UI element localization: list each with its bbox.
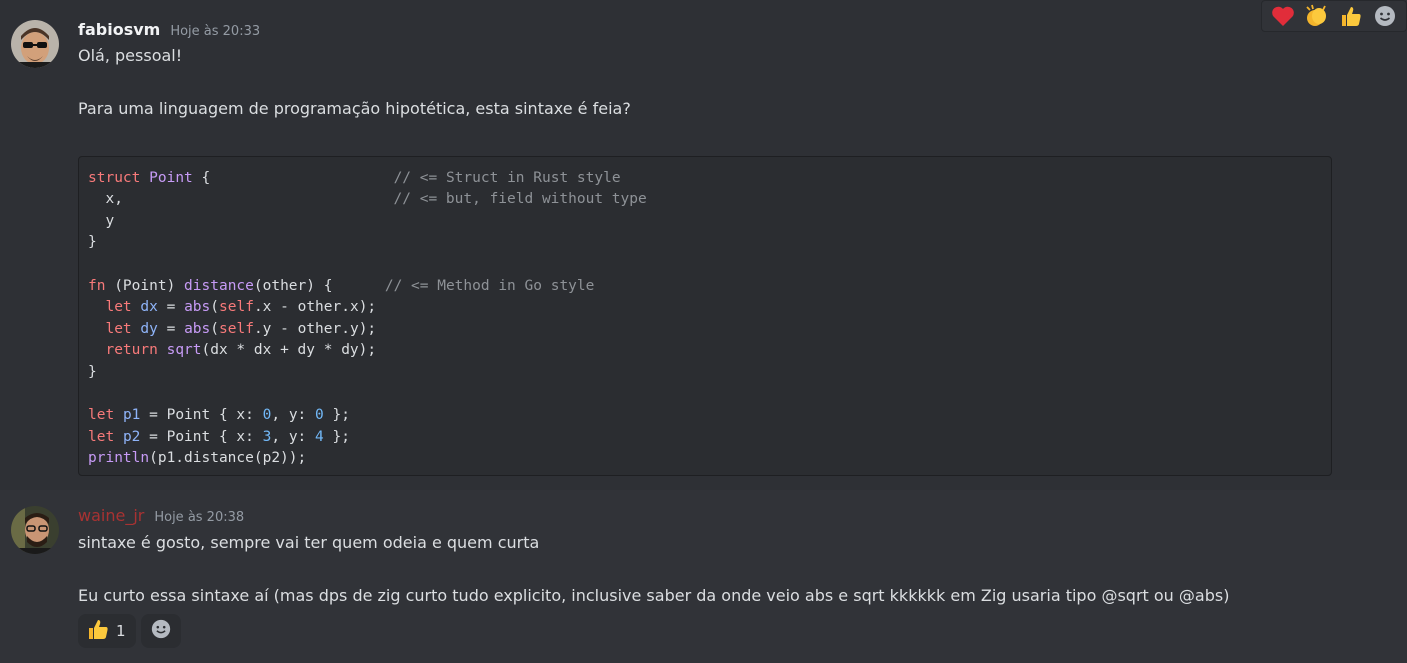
username[interactable]: waine_jr [78, 506, 144, 525]
timestamp[interactable]: Hoje às 20:33 [170, 24, 260, 39]
code-line: let dy = abs(self.y - other.y); [105, 321, 377, 337]
code-line: return sqrt(dx * dx + dy * dy); [105, 342, 377, 358]
avatar[interactable] [11, 20, 59, 68]
code-line: let p1 = Point { x: 0, y: 0 }; [88, 407, 350, 423]
message-header: waine_jr Hoje às 20:38 [78, 506, 244, 525]
add-reaction-icon [150, 618, 172, 644]
username[interactable]: fabiosvm [78, 20, 160, 39]
add-reaction-icon[interactable] [1371, 2, 1399, 30]
code-line: println(p1.distance(p2)); [88, 450, 307, 466]
thumbs-up-icon[interactable] [1337, 2, 1365, 30]
code-line: } [88, 364, 97, 380]
code-line: } [88, 234, 97, 250]
message-waine-jr: waine_jr Hoje às 20:38 sintaxe é gosto, … [0, 490, 1407, 663]
timestamp[interactable]: Hoje às 20:38 [154, 510, 244, 525]
heart-icon[interactable] [1269, 2, 1297, 30]
clapping-hands-icon[interactable] [1303, 2, 1331, 30]
code-line: x, // <= but, field without type [88, 191, 647, 207]
thumbs-up-icon [86, 617, 110, 645]
code-line: let dx = abs(self.x - other.x); [105, 299, 377, 315]
avatar[interactable] [11, 506, 59, 554]
message-text: Para uma linguagem de programação hipoté… [78, 99, 631, 118]
reaction-count: 1 [116, 622, 126, 640]
avatar-waine-jr-image [11, 506, 59, 554]
message-hover-actions [1261, 0, 1407, 32]
message-header: fabiosvm Hoje às 20:33 [78, 20, 260, 39]
code-line: let p2 = Point { x: 3, y: 4 }; [88, 429, 350, 445]
code-line: fn (Point) distance(other) { // <= Metho… [88, 278, 595, 294]
message-text: Eu curto essa sintaxe aí (mas dps de zig… [78, 586, 1230, 605]
code-line: struct Point { // <= Struct in Rust styl… [88, 170, 621, 186]
reaction-thumbs-up[interactable]: 1 [78, 614, 136, 648]
message-fabiosvm: fabiosvm Hoje às 20:33 Olá, pessoal! Par… [0, 0, 1407, 490]
add-reaction-button[interactable] [141, 614, 181, 648]
message-text: Olá, pessoal! [78, 46, 183, 65]
avatar-fabiosvm-image [11, 20, 59, 68]
code-block[interactable]: struct Point { // <= Struct in Rust styl… [78, 156, 1332, 476]
code-line: y [88, 213, 115, 229]
message-text: sintaxe é gosto, sempre vai ter quem ode… [78, 533, 540, 552]
